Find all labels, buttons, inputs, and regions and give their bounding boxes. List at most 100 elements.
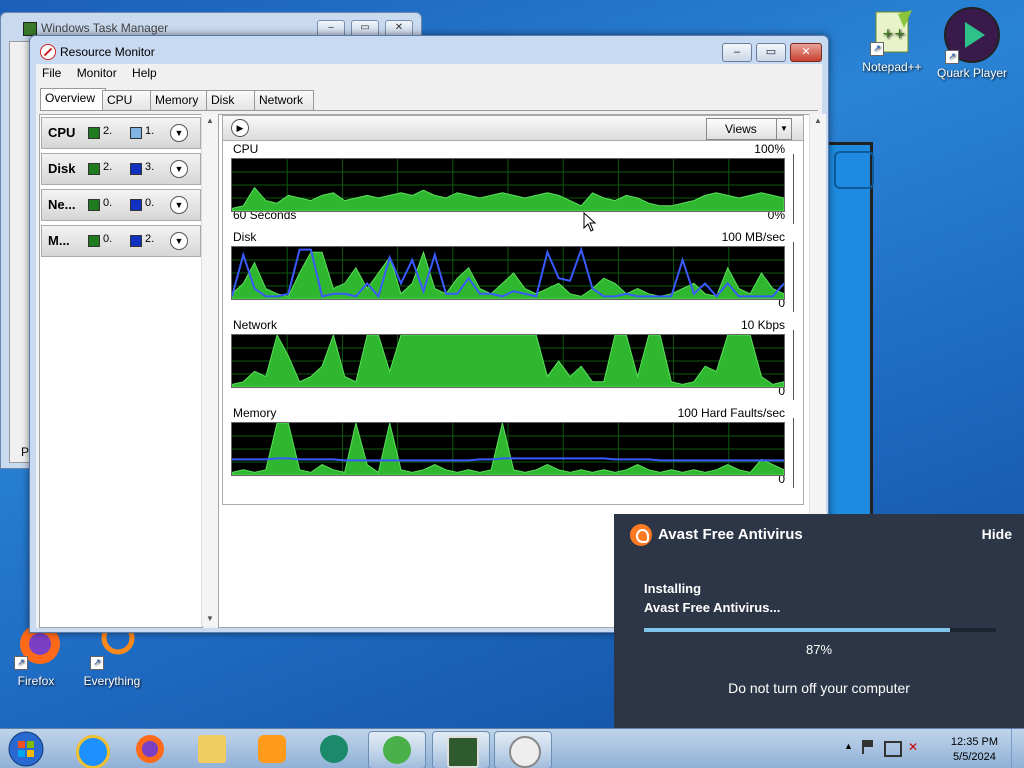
- summary-memory-value2: 2.: [145, 233, 155, 245]
- firefox-icon: [136, 735, 164, 763]
- taskbar-quark-player[interactable]: [306, 731, 362, 767]
- tab-underline: [40, 110, 818, 111]
- desktop-icon-notepadpp[interactable]: ++ ↗ Notepad++: [854, 8, 930, 74]
- views-button[interactable]: Views ▼: [706, 118, 792, 140]
- flag-icon[interactable]: [862, 740, 876, 754]
- avast-progress-bar: [644, 628, 996, 632]
- show-desktop-button[interactable]: [1011, 729, 1024, 768]
- scroll-up-arrow-icon[interactable]: ▲: [810, 114, 826, 128]
- network-icon[interactable]: [884, 741, 902, 757]
- avast-progress-fill: [644, 628, 951, 632]
- scroll-down-arrow-icon[interactable]: ▼: [202, 612, 218, 626]
- resource-monitor-title: Resource Monitor: [60, 45, 155, 59]
- views-label: Views: [725, 122, 757, 136]
- menu-file[interactable]: File: [36, 64, 67, 82]
- tab-overview[interactable]: Overview: [40, 88, 106, 111]
- graph-memory-plot: [231, 422, 785, 476]
- taskbar-firefox[interactable]: [122, 731, 178, 767]
- mouse-cursor-icon: [583, 212, 597, 232]
- summary-cpu[interactable]: CPU 2. 1. ▼: [41, 117, 201, 149]
- tab-memory[interactable]: Memory: [150, 90, 208, 111]
- task-manager-icon: [447, 736, 479, 768]
- summary-disk[interactable]: Disk 2. 3. ▼: [41, 153, 201, 185]
- tray-chevron-icon[interactable]: ▲: [844, 741, 853, 751]
- graph-network-plot: [231, 334, 785, 388]
- graph-memory-scale: [787, 418, 794, 488]
- graph-disk-plot: [231, 246, 785, 300]
- media-player-icon: [258, 735, 286, 763]
- clock[interactable]: 12:35 PM 5/5/2024: [951, 735, 998, 765]
- svg-text:++: ++: [882, 26, 905, 42]
- maximize-button[interactable]: ▭: [756, 43, 786, 62]
- chevron-down-icon[interactable]: ▼: [170, 124, 188, 142]
- avast-hide-button[interactable]: Hide: [982, 526, 1012, 542]
- graph-cpu-max: 100%: [754, 142, 785, 156]
- clock-time: 12:35 PM: [950, 736, 998, 748]
- menu-monitor[interactable]: Monitor: [71, 64, 123, 82]
- collapse-graphs-icon[interactable]: ▶: [231, 119, 249, 137]
- summary-network-value1: 0.: [103, 197, 113, 209]
- taskbar-internet-explorer[interactable]: [62, 731, 118, 768]
- tab-cpu[interactable]: CPU: [102, 90, 152, 111]
- flag-cloth: [864, 740, 873, 747]
- quark-player-label: Quark Player: [936, 66, 1008, 80]
- desktop-icon-quark-player[interactable]: ↗ Quark Player: [934, 6, 1010, 80]
- scroll-up-arrow-icon[interactable]: ▲: [202, 114, 218, 128]
- notepadpp-label: Notepad++: [862, 60, 922, 74]
- chevron-down-icon[interactable]: ▼: [170, 232, 188, 250]
- graph-cpu-scale: [787, 154, 794, 224]
- menu-bar: File Monitor Help: [36, 64, 822, 84]
- summary-network[interactable]: Ne... 0. 0. ▼: [41, 189, 201, 221]
- taskbar-installer[interactable]: [368, 731, 426, 768]
- chevron-down-icon[interactable]: ▼: [170, 160, 188, 178]
- graph-network-scale: [787, 330, 794, 400]
- summary-cpu-green-swatch: [88, 127, 100, 139]
- summary-disk-label: Disk: [48, 161, 76, 176]
- summary-cpu-value2: 1.: [145, 125, 155, 137]
- graph-disk-title: Disk: [233, 230, 257, 244]
- taskbar-resource-monitor[interactable]: [494, 731, 552, 768]
- avast-status-line2: Avast Free Antivirus...: [644, 600, 781, 615]
- summary-memory-value1: 0.: [103, 233, 113, 245]
- summary-cpu-value1: 2.: [103, 125, 113, 137]
- everything-label: Everything: [83, 674, 141, 688]
- graphs-panel: ▶ Views ▼ CPU 100% 60 Seconds 0% Disk 100 MB/…: [222, 115, 804, 505]
- summary-network-green-swatch: [88, 199, 100, 211]
- tab-disk[interactable]: Disk: [206, 90, 256, 111]
- system-tray: ▲ ✕: [840, 739, 930, 759]
- views-dropdown-icon[interactable]: ▼: [776, 119, 791, 139]
- quark-player-icon: [320, 735, 348, 763]
- summary-network-value2: 0.: [145, 197, 155, 209]
- summary-cpu-blue-swatch: [130, 127, 142, 139]
- folder-icon: [198, 735, 226, 763]
- summary-disk-blue-swatch: [130, 163, 142, 175]
- task-manager-title: Windows Task Manager: [41, 21, 169, 35]
- graph-disk-max: 100 MB/sec: [721, 230, 785, 244]
- quark-player-icon: ↗: [943, 6, 1001, 64]
- overview-summary-pane: CPU 2. 1. ▼ Disk 2. 3. ▼ Ne... 0. 0. ▼ M…: [39, 114, 203, 628]
- minimize-button[interactable]: –: [722, 43, 752, 62]
- graphs-toolbar: ▶ Views ▼: [223, 116, 803, 141]
- start-button[interactable]: [6, 730, 46, 768]
- left-pane-scrollbar[interactable]: ▲ ▼: [201, 114, 218, 626]
- taskbar-media-player[interactable]: [244, 731, 300, 767]
- volume-muted-icon[interactable]: ✕: [908, 740, 918, 754]
- tab-network[interactable]: Network: [254, 90, 314, 111]
- summary-memory[interactable]: M... 0. 2. ▼: [41, 225, 201, 257]
- graph-cpu-plot: [231, 158, 785, 212]
- chevron-down-icon[interactable]: ▼: [170, 196, 188, 214]
- taskbar-file-explorer[interactable]: [184, 731, 240, 767]
- graph-network-title: Network: [233, 318, 278, 332]
- summary-memory-blue-swatch: [130, 235, 142, 247]
- graph-memory-max: 100 Hard Faults/sec: [677, 406, 785, 420]
- avast-title: Avast Free Antivirus: [658, 526, 803, 543]
- menu-help[interactable]: Help: [126, 64, 163, 82]
- taskbar: ▲ ✕ 12:35 PM 5/5/2024: [0, 728, 1024, 768]
- windows-logo-icon: [8, 731, 44, 767]
- summary-disk-value1: 2.: [103, 161, 113, 173]
- close-button[interactable]: ✕: [790, 43, 822, 62]
- internet-explorer-icon: [76, 735, 110, 768]
- taskbar-task-manager[interactable]: [432, 731, 490, 768]
- gauge-icon: [509, 736, 541, 768]
- summary-cpu-label: CPU: [48, 125, 76, 140]
